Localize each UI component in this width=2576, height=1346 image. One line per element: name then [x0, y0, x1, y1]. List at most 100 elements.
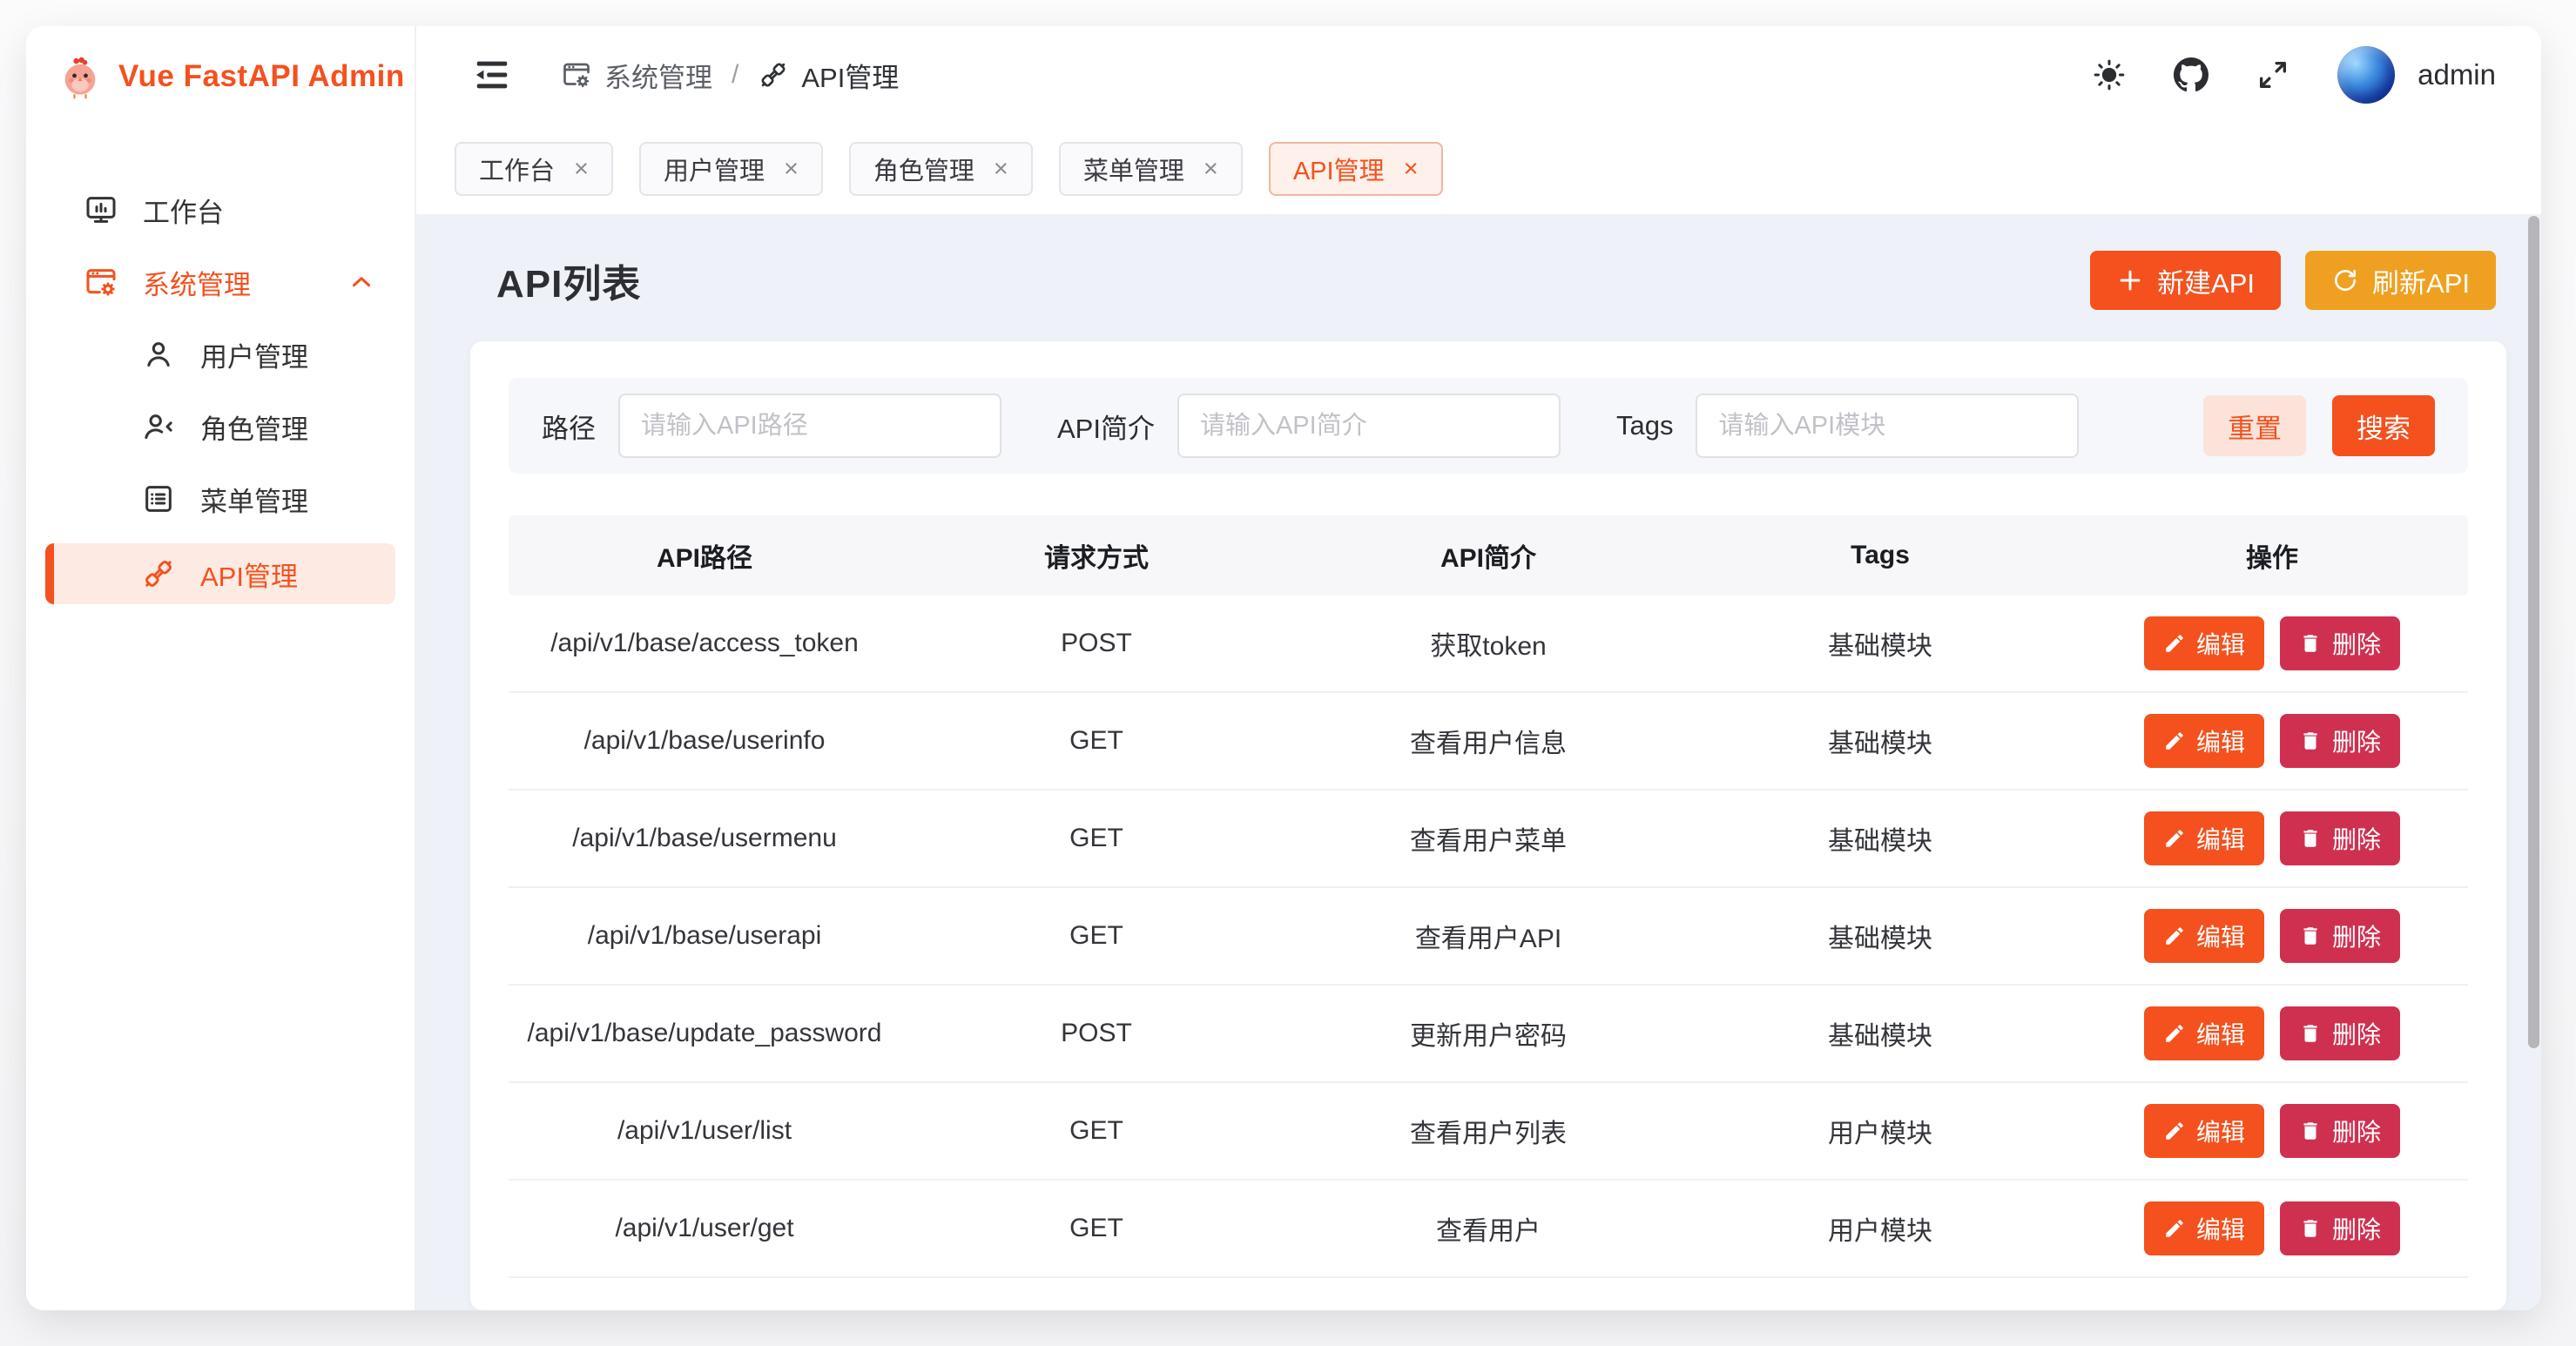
- theme-toggle-sun-icon[interactable]: [2092, 57, 2127, 92]
- cell-path: /api/v1/base/userapi: [509, 921, 900, 951]
- cell-method: GET: [900, 1116, 1292, 1146]
- close-icon[interactable]: ×: [574, 157, 589, 182]
- cell-method: POST: [900, 629, 1292, 658]
- cell-tags: 用户模块: [1684, 1209, 2076, 1248]
- breadcrumb: 系统管理 / API管理: [561, 56, 899, 95]
- sidebar-item-label: 工作台: [143, 191, 224, 230]
- close-icon[interactable]: ×: [1404, 157, 1419, 182]
- filter-summary: API简介: [1057, 394, 1561, 458]
- cell-path: /api/v1/user/get: [509, 1214, 900, 1243]
- tab-users[interactable]: 用户管理 ×: [639, 142, 823, 196]
- edit-button[interactable]: 编辑: [2144, 1201, 2264, 1255]
- window-gear-icon: [561, 59, 592, 91]
- sidebar-item-menus[interactable]: 菜单管理: [26, 471, 415, 527]
- sidebar-item-system[interactable]: 系统管理: [26, 254, 415, 310]
- cell-method: GET: [900, 824, 1292, 853]
- breadcrumb-separator: /: [732, 60, 738, 90]
- search-button[interactable]: 搜索: [2332, 395, 2435, 456]
- cell-summary: 查看用户API: [1292, 917, 1684, 955]
- edit-button[interactable]: 编辑: [2144, 909, 2264, 963]
- cell-actions: 编辑 删除: [2076, 1104, 2468, 1158]
- cell-tags: 基础模块: [1684, 722, 2076, 760]
- refresh-api-button[interactable]: 刷新API: [2305, 251, 2496, 310]
- brand-title: Vue FastAPI Admin: [118, 59, 405, 94]
- trash-icon: [2299, 730, 2322, 752]
- breadcrumb-item-system[interactable]: 系统管理: [561, 56, 712, 95]
- breadcrumb-label: 系统管理: [604, 56, 712, 95]
- tab-roles[interactable]: 角色管理 ×: [849, 142, 1033, 196]
- pencil-icon: [2163, 632, 2186, 655]
- delete-button[interactable]: 删除: [2280, 1104, 2400, 1158]
- table-row: /api/v1/user/get GET 查看用户 用户模块 编辑 删除: [509, 1181, 2468, 1278]
- cell-method: GET: [900, 1214, 1292, 1243]
- edit-button[interactable]: 编辑: [2144, 714, 2264, 768]
- cell-summary: 查看用户: [1292, 1209, 1684, 1248]
- path-input[interactable]: [618, 394, 1001, 458]
- edit-button[interactable]: 编辑: [2144, 811, 2264, 865]
- cell-actions: 编辑 删除: [2076, 811, 2468, 865]
- github-icon[interactable]: [2174, 57, 2208, 92]
- sidebar: Vue FastAPI Admin 工作台 系统管理 用户管理 角色管理: [26, 26, 416, 1310]
- edit-button[interactable]: 编辑: [2144, 1104, 2264, 1158]
- delete-label: 删除: [2332, 919, 2381, 953]
- username[interactable]: admin: [2418, 58, 2496, 91]
- sidebar-item-label: 系统管理: [143, 263, 251, 302]
- cell-actions: 编辑 删除: [2076, 1201, 2468, 1255]
- delete-button[interactable]: 删除: [2280, 811, 2400, 865]
- sidebar-menu: 工作台 系统管理 用户管理 角色管理 菜单管理 API管理: [26, 127, 415, 621]
- delete-button[interactable]: 删除: [2280, 1006, 2400, 1060]
- new-api-label: 新建API: [2157, 261, 2255, 300]
- sidebar-item-workbench[interactable]: 工作台: [26, 182, 415, 238]
- avatar[interactable]: [2337, 46, 2395, 104]
- delete-button[interactable]: 删除: [2280, 714, 2400, 768]
- sidebar-collapse-icon[interactable]: [472, 55, 512, 95]
- cell-tags: 基础模块: [1684, 1014, 2076, 1053]
- tab-api[interactable]: API管理 ×: [1269, 142, 1443, 196]
- delete-label: 删除: [2332, 821, 2381, 856]
- sidebar-item-label: 菜单管理: [200, 480, 308, 519]
- close-icon[interactable]: ×: [784, 157, 799, 182]
- path-label: 路径: [542, 407, 596, 446]
- trash-icon: [2299, 827, 2322, 850]
- table-row: /api/v1/base/access_token POST 获取token 基…: [509, 596, 2468, 693]
- cell-summary: 查看用户列表: [1292, 1112, 1684, 1150]
- delete-button[interactable]: 删除: [2280, 616, 2400, 670]
- tab-menus[interactable]: 菜单管理 ×: [1059, 142, 1243, 196]
- plug-icon: [141, 556, 176, 591]
- fullscreen-icon[interactable]: [2256, 57, 2290, 92]
- pencil-icon: [2163, 1022, 2186, 1045]
- filter-path: 路径: [542, 394, 1001, 458]
- close-icon[interactable]: ×: [994, 157, 1008, 182]
- window-gear-icon: [84, 265, 118, 299]
- close-icon[interactable]: ×: [1204, 157, 1218, 182]
- sidebar-item-roles[interactable]: 角色管理: [26, 399, 415, 454]
- new-api-button[interactable]: 新建API: [2090, 251, 2281, 310]
- tab-label: 工作台: [479, 151, 555, 187]
- sidebar-item-api[interactable]: API管理: [45, 543, 395, 604]
- col-tags: Tags: [1684, 541, 2076, 570]
- reset-button[interactable]: 重置: [2203, 395, 2306, 456]
- pencil-icon: [2163, 1120, 2186, 1142]
- edit-button[interactable]: 编辑: [2144, 616, 2264, 670]
- filter-bar: 路径 API简介 Tags 重置 搜索: [509, 378, 2468, 474]
- summary-input[interactable]: [1177, 394, 1561, 458]
- sidebar-item-label: 用户管理: [200, 335, 308, 374]
- edit-label: 编辑: [2196, 1211, 2245, 1246]
- sidebar-item-users[interactable]: 用户管理: [26, 326, 415, 382]
- page-title: API列表: [496, 252, 641, 308]
- delete-label: 删除: [2332, 723, 2381, 758]
- scrollbar-thumb[interactable]: [2528, 216, 2539, 1048]
- cell-summary: 获取token: [1292, 624, 1684, 663]
- delete-button[interactable]: 删除: [2280, 909, 2400, 963]
- breadcrumb-item-api[interactable]: API管理: [758, 56, 899, 95]
- cell-actions: 编辑 删除: [2076, 1006, 2468, 1060]
- table-header: API路径 请求方式 API简介 Tags 操作: [509, 515, 2468, 596]
- delete-button[interactable]: 删除: [2280, 1201, 2400, 1255]
- edit-label: 编辑: [2196, 1016, 2245, 1051]
- tab-workbench[interactable]: 工作台 ×: [455, 142, 613, 196]
- tags-input[interactable]: [1696, 394, 2079, 458]
- brand[interactable]: Vue FastAPI Admin: [26, 26, 415, 127]
- edit-button[interactable]: 编辑: [2144, 1006, 2264, 1060]
- list-icon: [141, 481, 176, 516]
- cell-actions: 编辑 删除: [2076, 909, 2468, 963]
